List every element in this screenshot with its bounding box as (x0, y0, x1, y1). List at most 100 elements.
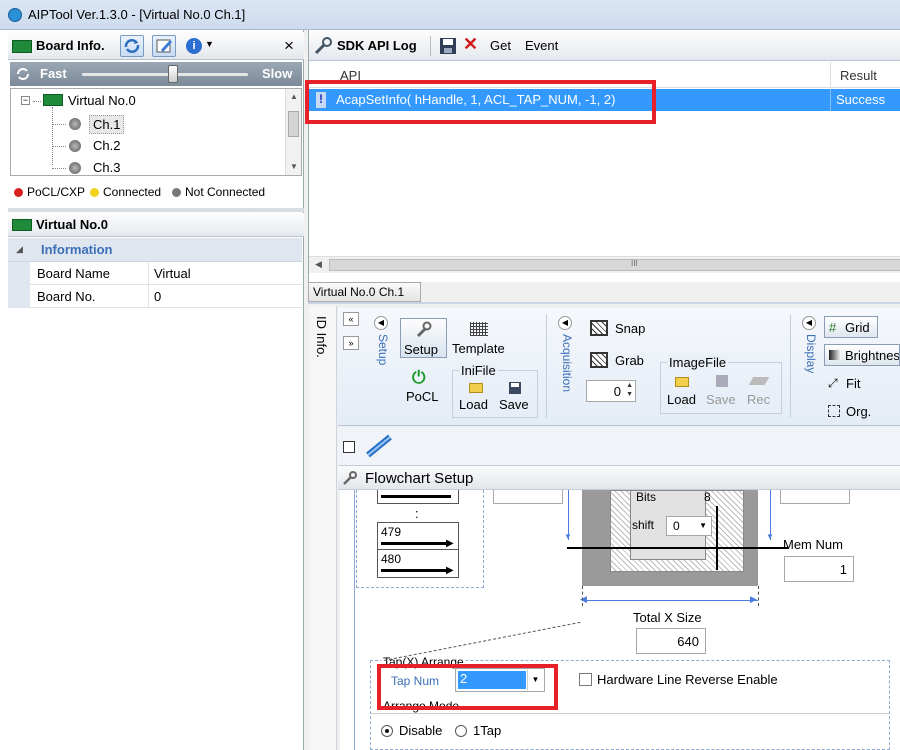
save-log-icon[interactable] (439, 37, 457, 55)
grab-button[interactable]: Grab (588, 350, 650, 372)
select-rect-icon[interactable] (343, 441, 355, 453)
property-key: Board Name (37, 266, 110, 281)
property-key: Board No. (37, 289, 96, 304)
refresh-button[interactable] (120, 35, 144, 57)
highlight-box (377, 664, 558, 710)
fit-button[interactable]: ⤢ Fit (828, 374, 878, 394)
pocl-button[interactable]: ⏻ PoCL (400, 366, 440, 406)
info-icon[interactable]: i (186, 38, 202, 54)
tree-item-ch2[interactable]: Ch.2 (93, 138, 120, 153)
property-row[interactable]: Board Name Virtual (8, 262, 302, 285)
scroll-down-icon[interactable]: ▼ (290, 162, 298, 171)
grid-label: Grid (845, 320, 870, 335)
refresh-speed-icon (17, 68, 29, 80)
speed-slider-thumb[interactable] (168, 65, 179, 83)
snap-button[interactable]: Snap (588, 318, 650, 340)
img-save-button[interactable]: Save (706, 392, 736, 407)
one-tap-radio[interactable] (455, 725, 467, 737)
mem-num-field[interactable]: 1 (784, 556, 854, 582)
tree-root-label[interactable]: Virtual No.0 (68, 93, 136, 108)
chevron-down-icon[interactable]: ▼ (205, 39, 214, 49)
brightness-icon (829, 350, 841, 360)
grid-toggle-button[interactable]: # Grid (824, 316, 878, 338)
group-collapse-icon[interactable]: ◀ (558, 316, 572, 330)
line-number: 479 (381, 525, 402, 539)
grab-count-value: 0 (613, 384, 621, 399)
scroll-up-icon[interactable]: ▲ (290, 92, 298, 101)
hidden-field[interactable] (780, 490, 850, 504)
log-result-cell: Success (836, 92, 886, 107)
shift-value: 0 (673, 519, 680, 533)
hidden-field[interactable] (493, 490, 563, 504)
tree-scrollbar[interactable]: ▲ ▼ (285, 89, 301, 175)
img-load-button[interactable]: Load (667, 392, 696, 407)
scroll-thumb[interactable] (288, 111, 299, 137)
wrench-icon (314, 37, 332, 55)
sdk-log-title: SDK API Log (337, 38, 417, 53)
ini-save-button[interactable]: Save (499, 397, 529, 412)
tree-item-ch3[interactable]: Ch.3 (93, 160, 120, 175)
disable-radio[interactable] (381, 725, 393, 737)
clear-log-icon[interactable]: ✕ (463, 34, 478, 55)
flowchart-title: Flowchart Setup (365, 470, 474, 487)
org-button[interactable]: Org. (828, 402, 878, 422)
board-info-header: Board Info. i ▼ × (8, 32, 304, 60)
board-icon (12, 219, 32, 231)
log-h-scrollbar[interactable]: ◀ III (309, 256, 900, 273)
org-icon (828, 405, 840, 417)
brightness-toggle-button[interactable]: Brightness (824, 344, 900, 366)
spin-down-icon[interactable]: ▼ (626, 391, 633, 398)
hw-reverse-label: Hardware Line Reverse Enable (597, 672, 778, 687)
folder-icon (675, 377, 689, 387)
col-result[interactable]: Result (840, 68, 877, 83)
setup-label: Setup (404, 342, 438, 357)
shift-label: shift (632, 518, 655, 532)
setup-button[interactable]: Setup (400, 318, 447, 358)
not-connected-status-icon (172, 188, 181, 197)
legend-pocl: PoCL/CXP (27, 185, 86, 199)
setup-group-label: Setup (376, 334, 390, 366)
connect-icon[interactable] (362, 431, 396, 461)
grip-icon: III (631, 259, 638, 268)
acquisition-group-label: Acquisition (560, 334, 574, 393)
line-number: 480 (381, 552, 402, 566)
splitter[interactable] (8, 208, 304, 212)
id-info-tab[interactable]: ID Info. (314, 316, 329, 358)
information-section[interactable]: ◢ Information (8, 238, 302, 262)
event-button[interactable]: Event (525, 38, 558, 53)
grab-count-spinner[interactable]: 0 ▲ ▼ (586, 380, 636, 402)
img-rec-button[interactable]: Rec (747, 392, 770, 407)
total-x-field[interactable]: 640 (636, 628, 706, 654)
section-title: Information (41, 242, 113, 257)
ini-load-button[interactable]: Load (459, 397, 488, 412)
template-button[interactable]: Template (450, 318, 510, 358)
property-value: 0 (154, 289, 162, 304)
legend-connected: Connected (103, 185, 162, 199)
record-icon (748, 377, 770, 385)
scroll-thumb[interactable] (329, 259, 900, 271)
document-tab[interactable]: Virtual No.0 Ch.1 (308, 282, 421, 302)
wrench-icon (416, 321, 432, 338)
hw-reverse-checkbox[interactable] (579, 673, 592, 686)
collapse-all-button[interactable]: « (343, 312, 359, 326)
speed-track[interactable] (82, 73, 248, 76)
view-toolbar (338, 427, 900, 465)
shift-select[interactable]: 0 ▼ (666, 516, 712, 536)
property-row[interactable]: Board No. 0 (8, 285, 302, 308)
tree-item-ch1[interactable]: Ch.1 (89, 115, 125, 134)
edit-button[interactable] (152, 35, 176, 57)
folder-icon (469, 383, 483, 393)
get-button[interactable]: Get (490, 38, 511, 53)
flowchart-canvas: : 479 ▶ 480 ▶ ▼ ▼ Bits 8 shift 0 ▼ Mem N… (340, 490, 900, 750)
spin-up-icon[interactable]: ▲ (626, 382, 633, 389)
total-x-label: Total X Size (633, 610, 702, 625)
line-row-479: 479 ▶ (377, 522, 459, 550)
group-collapse-icon[interactable]: ◀ (374, 316, 388, 330)
group-collapse-icon[interactable]: ◀ (802, 316, 816, 330)
expand-all-button[interactable]: » (343, 336, 359, 350)
imagefile-label: ImageFile (667, 355, 729, 370)
channel-status-icon (69, 118, 81, 130)
collapse-toggle[interactable]: − (21, 96, 30, 105)
close-panel-button[interactable]: × (284, 36, 294, 56)
scroll-left-icon[interactable]: ◀ (315, 259, 322, 270)
